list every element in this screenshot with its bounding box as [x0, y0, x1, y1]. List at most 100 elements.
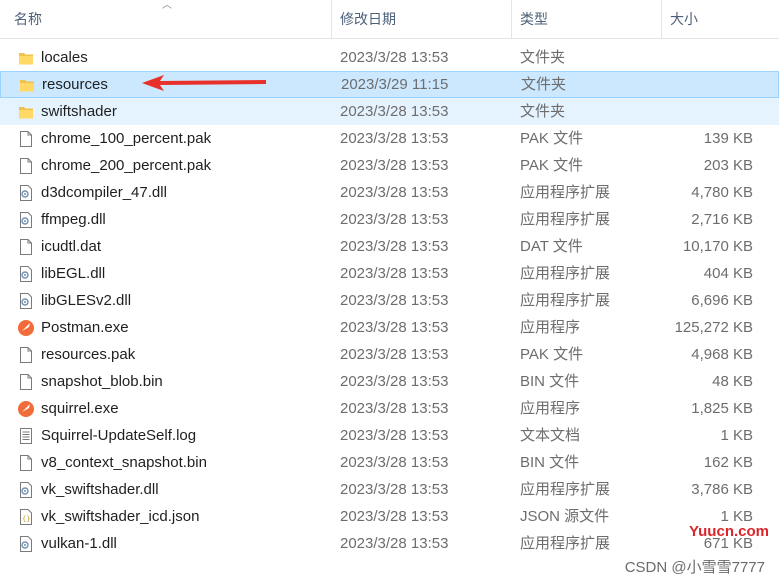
file-row[interactable]: locales 2023/3/28 13:53 文件夹: [0, 44, 779, 71]
file-name: resources.pak: [41, 346, 136, 363]
file-date: 2023/3/28 13:53: [340, 49, 449, 66]
column-header-type[interactable]: 类型: [512, 0, 662, 38]
file-name: chrome_200_percent.pak: [41, 157, 212, 174]
site-watermark: Yuucn.com: [688, 523, 769, 540]
file-date: 2023/3/28 13:53: [340, 292, 449, 309]
dll-icon: [17, 481, 35, 499]
file-type: 应用程序扩展: [520, 481, 611, 498]
file-name: libEGL.dll: [41, 265, 106, 282]
folder-icon: [18, 76, 36, 94]
file-date: 2023/3/28 13:53: [340, 346, 449, 363]
file-type: BIN 文件: [520, 373, 580, 390]
column-header-size[interactable]: 大小: [662, 0, 779, 38]
red-arrow-annotation: [142, 75, 266, 91]
json-icon: {}: [17, 508, 35, 526]
file-row[interactable]: {} vk_swiftshader_icd.json 2023/3/28 13:53…: [0, 503, 779, 530]
column-header-date[interactable]: 修改日期: [332, 0, 512, 38]
file-row[interactable]: squirrel.exe 2023/3/28 13:53 应用程序 1,825 KB: [0, 395, 779, 422]
file-name: locales: [41, 49, 88, 66]
file-row[interactable]: snapshot_blob.bin 2023/3/28 13:53 BIN 文件 48…: [0, 368, 779, 395]
file-row[interactable]: vulkan-1.dll 2023/3/28 13:53 应用程序扩展 671 KB: [0, 530, 779, 557]
file-name: vk_swiftshader.dll: [41, 481, 159, 498]
file-size: 6,696 KB: [691, 292, 753, 309]
file-date: 2023/3/28 13:53: [340, 454, 449, 471]
file-name: libGLESv2.dll: [41, 292, 132, 309]
file-row[interactable]: d3dcompiler_47.dll 2023/3/28 13:53 应用程序扩展 4…: [0, 179, 779, 206]
file-name: vulkan-1.dll: [41, 535, 117, 552]
file-row[interactable]: swiftshader 2023/3/28 13:53 文件夹: [0, 98, 779, 125]
file-type: 文本文档: [520, 427, 581, 444]
file-name: ffmpeg.dll: [41, 211, 106, 228]
file-date: 2023/3/28 13:53: [340, 238, 449, 255]
file-row[interactable]: icudtl.dat 2023/3/28 13:53 DAT 文件 10,170 KB: [0, 233, 779, 260]
dll-icon: [17, 184, 35, 202]
file-type: 文件夹: [520, 103, 566, 120]
file-size: 2,716 KB: [691, 211, 753, 228]
file-type: 应用程序扩展: [520, 211, 611, 228]
file-row[interactable]: libGLESv2.dll 2023/3/28 13:53 应用程序扩展 6,696 …: [0, 287, 779, 314]
file-date: 2023/3/28 13:53: [340, 508, 449, 525]
file-icon: [17, 346, 35, 364]
file-name: vk_swiftshader_icd.json: [41, 508, 200, 525]
file-row[interactable]: resources 2023/3/29 11:15 文件夹: [0, 71, 779, 98]
file-row[interactable]: ffmpeg.dll 2023/3/28 13:53 应用程序扩展 2,716 KB: [0, 206, 779, 233]
file-date: 2023/3/28 13:53: [340, 103, 449, 120]
file-name: resources: [42, 76, 108, 93]
file-size: 4,968 KB: [691, 346, 753, 363]
file-size: 1 KB: [720, 427, 753, 444]
file-size: 404 KB: [703, 265, 753, 282]
file-type: 文件夹: [521, 76, 567, 93]
file-date: 2023/3/29 11:15: [341, 76, 449, 93]
column-header-name[interactable]: 名称: [6, 0, 332, 38]
file-row[interactable]: Postman.exe 2023/3/28 13:53 应用程序 125,272 KB: [0, 314, 779, 341]
app-icon: [17, 319, 35, 337]
file-row[interactable]: v8_context_snapshot.bin 2023/3/28 13:53 BI…: [0, 449, 779, 476]
folder-icon: [17, 49, 35, 67]
file-icon: [17, 373, 35, 391]
file-icon: [17, 130, 35, 148]
file-icon: [17, 454, 35, 472]
file-row[interactable]: chrome_100_percent.pak 2023/3/28 13:53 PAK…: [0, 125, 779, 152]
file-name: icudtl.dat: [41, 238, 102, 255]
file-row[interactable]: Squirrel-UpdateSelf.log 2023/3/28 13:53 文本…: [0, 422, 779, 449]
file-icon: [17, 157, 35, 175]
file-type: 应用程序扩展: [520, 265, 611, 282]
file-name: Squirrel-UpdateSelf.log: [41, 427, 197, 444]
file-name: chrome_100_percent.pak: [41, 130, 212, 147]
author-watermark: CSDN @小雪雪7777: [624, 559, 765, 576]
file-type: 应用程序扩展: [520, 535, 611, 552]
file-name: Postman.exe: [41, 319, 129, 336]
file-date: 2023/3/28 13:53: [340, 157, 449, 174]
file-row[interactable]: chrome_200_percent.pak 2023/3/28 13:53 PAK…: [0, 152, 779, 179]
file-date: 2023/3/28 13:53: [340, 184, 449, 201]
file-size: 48 KB: [712, 373, 753, 390]
file-date: 2023/3/28 13:53: [340, 130, 449, 147]
svg-text:{}: {}: [22, 515, 30, 523]
file-row[interactable]: vk_swiftshader.dll 2023/3/28 13:53 应用程序扩展 3…: [0, 476, 779, 503]
file-date: 2023/3/28 13:53: [340, 373, 449, 390]
dll-icon: [17, 211, 35, 229]
file-type: 文件夹: [520, 49, 566, 66]
app-icon: [17, 400, 35, 418]
file-type: JSON 源文件: [520, 508, 610, 525]
file-icon: [17, 238, 35, 256]
file-type: 应用程序: [520, 319, 581, 336]
file-type: 应用程序扩展: [520, 184, 611, 201]
file-size: 125,272 KB: [674, 319, 753, 336]
file-type: DAT 文件: [520, 238, 583, 255]
dll-icon: [17, 292, 35, 310]
file-size: 1,825 KB: [691, 400, 753, 417]
column-header-bar: ︿ 名称 修改日期 类型 大小: [0, 0, 779, 39]
file-row[interactable]: resources.pak 2023/3/28 13:53 PAK 文件 4,968 …: [0, 341, 779, 368]
file-size: 162 KB: [703, 454, 753, 471]
file-type: 应用程序: [520, 400, 581, 417]
dll-icon: [17, 265, 35, 283]
dll-icon: [17, 535, 35, 553]
file-date: 2023/3/28 13:53: [340, 319, 449, 336]
file-size: 203 KB: [703, 157, 753, 174]
file-row[interactable]: libEGL.dll 2023/3/28 13:53 应用程序扩展 404 KB: [0, 260, 779, 287]
file-size: 3,786 KB: [691, 481, 753, 498]
file-name: d3dcompiler_47.dll: [41, 184, 167, 201]
file-type: PAK 文件: [520, 346, 584, 363]
file-name: snapshot_blob.bin: [41, 373, 163, 390]
